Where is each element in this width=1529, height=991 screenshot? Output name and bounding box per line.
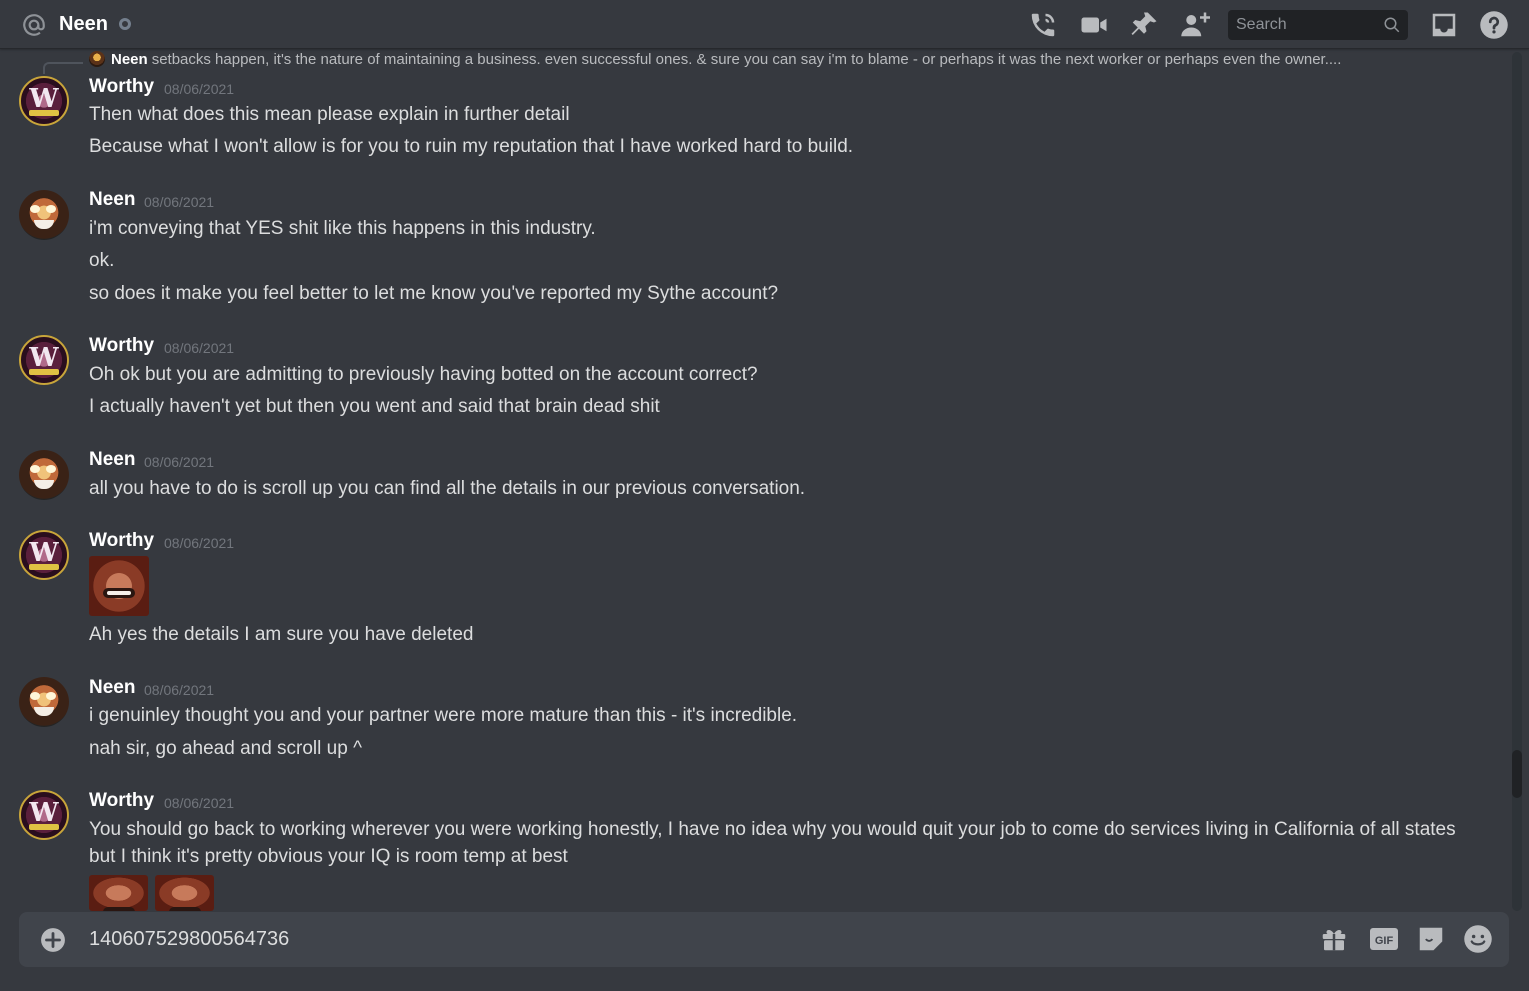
message-timestamp: 08/06/2021 [144,682,215,698]
message-timestamp: 08/06/2021 [164,535,235,551]
message-text: You should go back to working wherever y… [89,819,1456,840]
message-input[interactable] [89,912,1289,967]
scrollbar-thumb[interactable] [1512,750,1522,798]
emoji-image[interactable] [89,875,148,911]
reply-connector [43,62,83,74]
reply-avatar [89,51,105,67]
emoji-image[interactable] [155,875,214,911]
reply-author[interactable]: Neen [111,51,148,68]
at-icon [23,14,45,36]
svg-text:GIF: GIF [1375,935,1394,947]
call-icon[interactable] [1028,10,1058,40]
status-indicator [119,18,131,30]
reply-preview[interactable]: Neen setbacks happen, it's the nature of … [89,51,1459,68]
search-icon[interactable] [1383,16,1401,34]
message-text: Oh ok but you are admitting to previousl… [89,364,758,385]
message-timestamp: 08/06/2021 [164,340,235,356]
message-text: Then what does this mean please explain … [89,104,570,125]
plus-icon[interactable] [40,927,66,953]
message-text: I actually haven't yet but then you went… [89,396,660,417]
avatar[interactable]: W [19,790,69,840]
emoji-icon[interactable] [1463,924,1493,954]
video-icon[interactable] [1079,10,1109,40]
channel-header: Neen [0,0,1529,49]
message-author[interactable]: Worthy [89,335,154,357]
avatar[interactable]: W [19,76,69,126]
gif-icon[interactable]: GIF [1369,924,1399,954]
dm-app: Neen Neensetbacks happen, it's the natur… [0,0,1529,991]
message-author[interactable]: Worthy [89,790,154,812]
avatar[interactable] [19,190,69,240]
sticker-icon[interactable] [1416,924,1446,954]
message-author[interactable]: Neen [89,677,135,699]
message-text: i genuinley thought you and your partner… [89,705,798,726]
inbox-icon[interactable] [1429,10,1459,40]
message-author[interactable]: Worthy [89,530,154,552]
message-text: all you have to do is scroll up you can … [89,478,806,499]
message-text: but I think it's pretty obvious your IQ … [89,846,568,867]
emoji-image[interactable] [89,556,149,616]
message-timestamp: 08/06/2021 [164,795,235,811]
avatar[interactable]: W [19,530,69,580]
message-text: so does it make you feel better to let m… [89,283,779,304]
message-text: i'm conveying that YES shit like this ha… [89,218,596,239]
message-composer: GIF [19,912,1509,967]
avatar[interactable] [19,677,69,727]
message-timestamp: 08/06/2021 [144,454,215,470]
search-input[interactable] [1228,10,1378,40]
search-box[interactable] [1228,10,1408,40]
reply-text: setbacks happen, it's the nature of main… [151,51,1342,68]
avatar[interactable]: W [19,335,69,385]
message-text: Ah yes the details I am sure you have de… [89,624,474,645]
message-author[interactable]: Neen [89,449,135,471]
gift-icon[interactable] [1319,924,1349,954]
dm-title: Neen [59,13,108,35]
message-author[interactable]: Neen [89,189,135,211]
add-friend-icon[interactable] [1180,10,1210,40]
message-timestamp: 08/06/2021 [164,81,235,97]
message-timestamp: 08/06/2021 [144,194,215,210]
message-text: nah sir, go ahead and scroll up ^ [89,738,362,759]
message-author[interactable]: Worthy [89,76,154,98]
pin-icon[interactable] [1129,10,1159,40]
help-icon[interactable] [1479,10,1509,40]
message-text: ok. [89,250,115,271]
message-text: Because what I won't allow is for you to… [89,136,854,157]
avatar[interactable] [19,450,69,500]
